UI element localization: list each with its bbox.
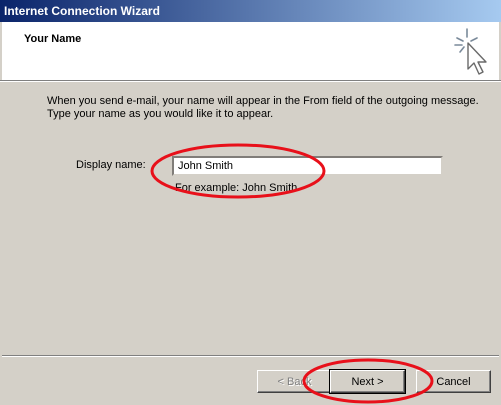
- wizard-header: Your Name: [2, 22, 499, 80]
- header-divider: [0, 80, 501, 82]
- window-title: Internet Connection Wizard: [4, 4, 160, 18]
- instructions-line-2: Type your name as you would like it to a…: [47, 108, 274, 120]
- title-bar[interactable]: Internet Connection Wizard: [0, 0, 501, 22]
- footer-divider: [2, 355, 499, 357]
- instructions: When you send e-mail, your name will app…: [47, 95, 487, 121]
- display-name-input[interactable]: [172, 156, 443, 176]
- display-name-label: Display name:: [76, 159, 146, 171]
- page-heading: Your Name: [24, 33, 82, 45]
- back-button[interactable]: < Back: [257, 370, 332, 393]
- cancel-button[interactable]: Cancel: [416, 370, 491, 393]
- display-name-example: For example: John Smith: [175, 182, 298, 194]
- next-button[interactable]: Next >: [329, 369, 406, 394]
- wizard-sparkle-cursor-icon: [454, 28, 487, 75]
- instructions-line-1: When you send e-mail, your name will app…: [47, 95, 479, 107]
